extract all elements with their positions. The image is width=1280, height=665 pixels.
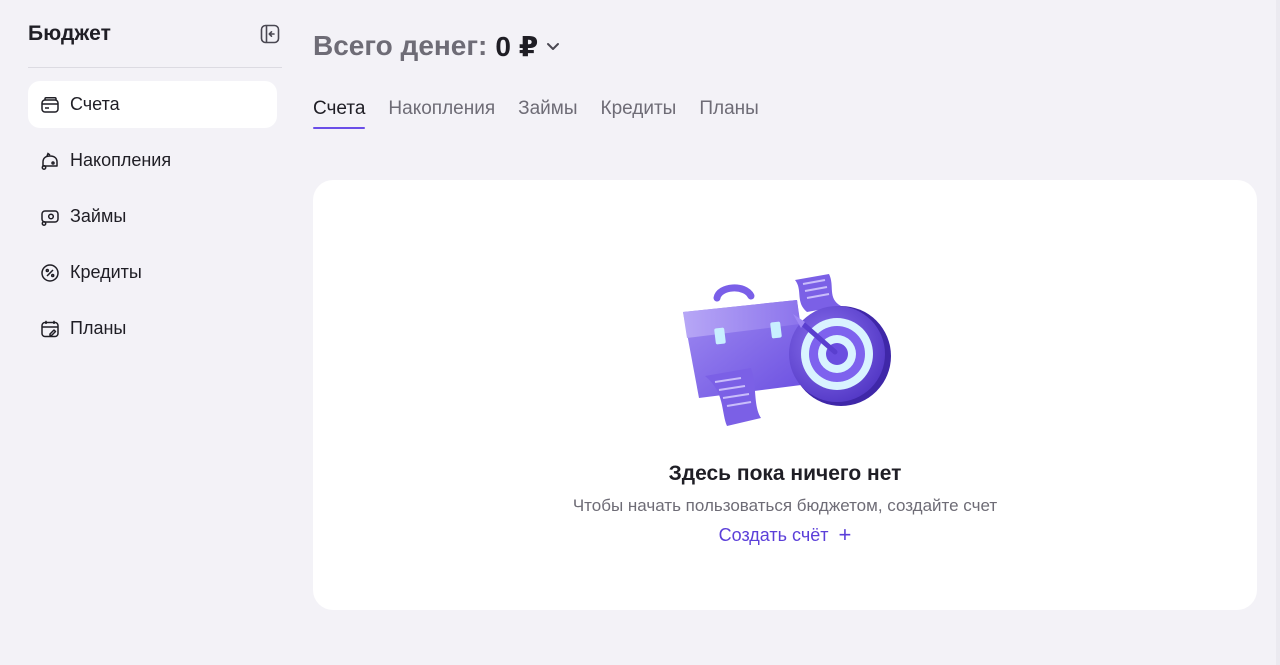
window-scroll-edge bbox=[1276, 0, 1280, 665]
tab-savings[interactable]: Накопления bbox=[388, 98, 495, 129]
empty-state-title: Здесь пока ничего нет bbox=[668, 462, 902, 485]
create-account-link[interactable]: Создать счёт + bbox=[719, 524, 852, 546]
main-content: Всего денег: 0 ₽ Счета Накопления Займы … bbox=[313, 0, 1257, 610]
total-label: Всего денег: bbox=[313, 30, 488, 61]
sidebar-item-accounts[interactable]: Счета bbox=[28, 81, 277, 128]
sidebar-nav: Счета Накопления Займы Кредиты Планы bbox=[28, 81, 282, 352]
tab-credits[interactable]: Кредиты bbox=[601, 98, 677, 129]
sidebar-item-plans[interactable]: Планы bbox=[28, 305, 277, 352]
sidebar-item-label: Счета bbox=[70, 94, 120, 114]
percent-icon bbox=[40, 263, 60, 283]
chevron-down-icon[interactable] bbox=[544, 37, 562, 55]
sidebar-item-loans[interactable]: Займы bbox=[28, 193, 277, 240]
tab-accounts[interactable]: Счета bbox=[313, 98, 366, 129]
empty-state-card: Здесь пока ничего нет Чтобы начать польз… bbox=[313, 180, 1257, 610]
sidebar-header: Бюджет bbox=[28, 0, 282, 68]
tab-plans[interactable]: Планы bbox=[699, 98, 758, 129]
sidebar-item-credits[interactable]: Кредиты bbox=[28, 249, 277, 296]
create-account-row: Создать счёт + bbox=[313, 524, 1257, 546]
tabs: Счета Накопления Займы Кредиты Планы bbox=[313, 98, 1257, 140]
collapse-sidebar-icon[interactable] bbox=[259, 23, 281, 45]
sidebar-title: Бюджет bbox=[28, 21, 111, 45]
total-value: 0 ₽ bbox=[495, 30, 539, 62]
sidebar-item-label: Планы bbox=[70, 318, 127, 338]
sidebar: Бюджет Счета Накопления Займы Кредиты Пл… bbox=[28, 0, 282, 361]
calendar-icon bbox=[40, 319, 60, 339]
total-money: Всего денег: 0 ₽ bbox=[313, 0, 1257, 92]
plus-icon: + bbox=[838, 522, 852, 547]
create-account-label: Создать счёт bbox=[718, 524, 829, 545]
sidebar-item-label: Кредиты bbox=[70, 262, 142, 282]
sidebar-item-savings[interactable]: Накопления bbox=[28, 137, 277, 184]
empty-state-subtitle: Чтобы начать пользоваться бюджетом, созд… bbox=[572, 496, 998, 515]
piggy-bank-icon bbox=[40, 151, 60, 171]
tab-loans[interactable]: Займы bbox=[518, 98, 577, 129]
wallet-icon bbox=[40, 95, 60, 115]
sidebar-item-label: Займы bbox=[70, 206, 127, 226]
briefcase-target-illustration bbox=[679, 272, 893, 434]
loan-icon bbox=[40, 207, 60, 227]
budget-app: Бюджет Счета Накопления Займы Кредиты Пл… bbox=[0, 0, 1280, 665]
sidebar-item-label: Накопления bbox=[70, 150, 172, 170]
